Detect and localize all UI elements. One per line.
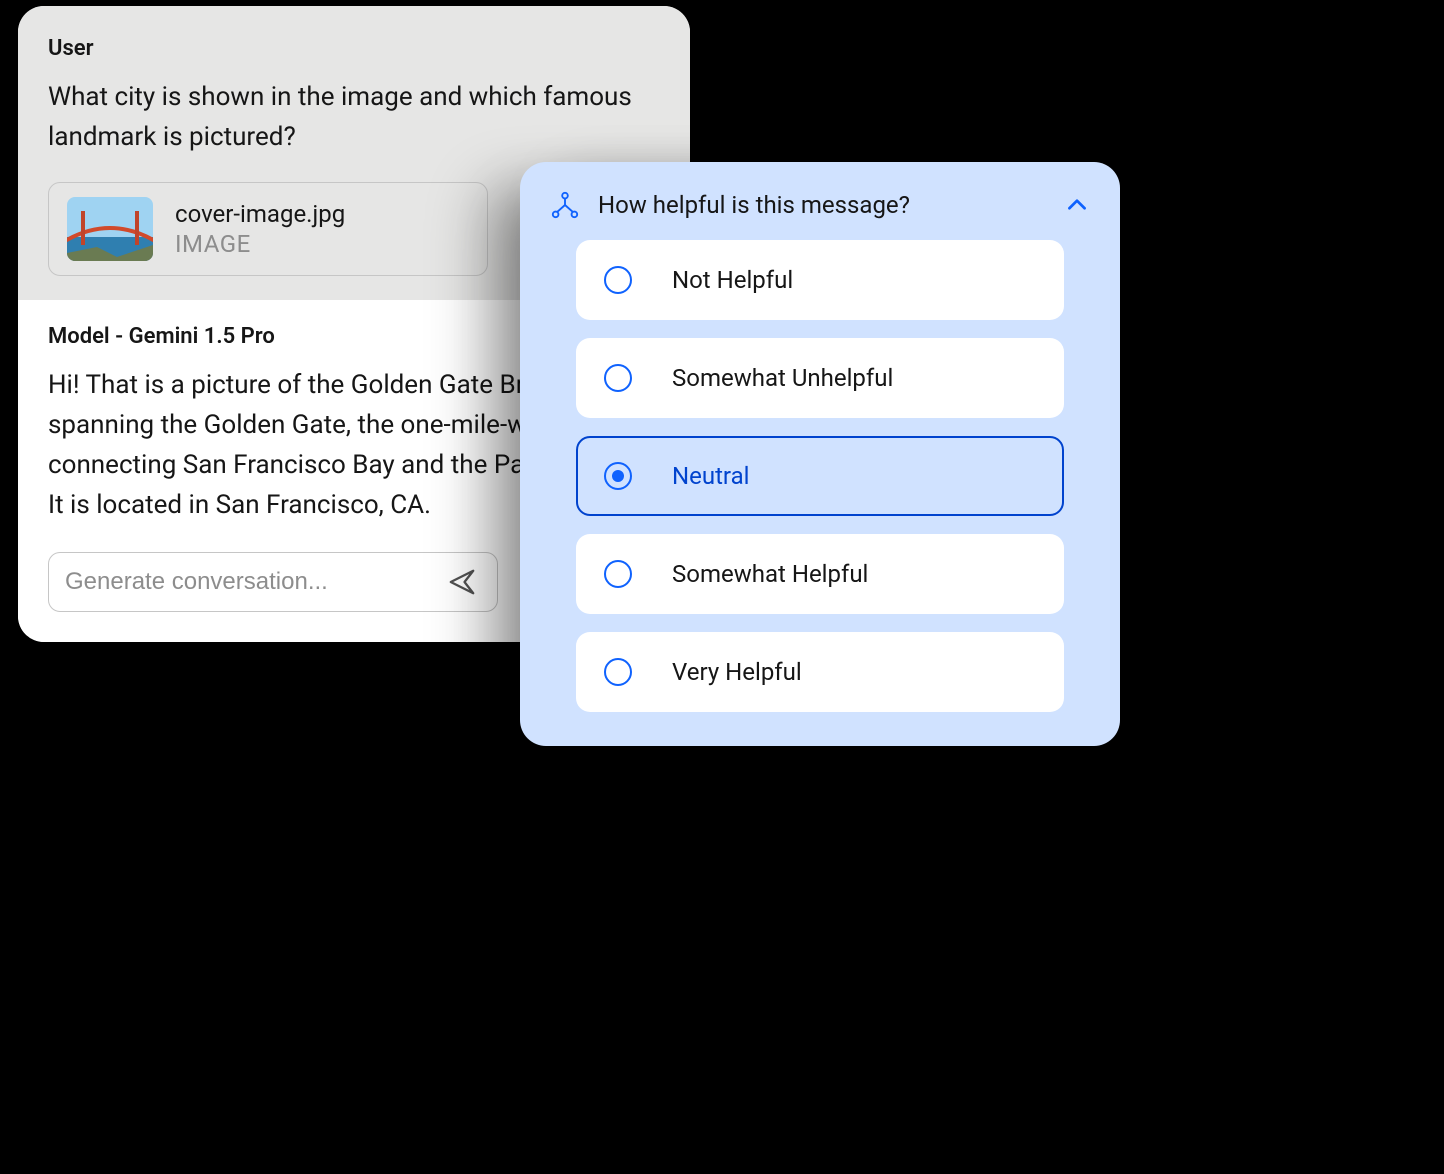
branch-icon [550, 190, 580, 220]
attachment-chip[interactable]: cover-image.jpg IMAGE [48, 182, 488, 276]
send-icon [447, 567, 477, 597]
option-label: Very Helpful [672, 658, 802, 686]
radio-icon [604, 658, 632, 686]
option-very-helpful[interactable]: Very Helpful [576, 632, 1064, 712]
helpfulness-header: How helpful is this message? [550, 190, 1090, 220]
send-button[interactable] [443, 563, 481, 601]
option-neutral[interactable]: Neutral [576, 436, 1064, 516]
radio-icon [604, 266, 632, 294]
option-label: Not Helpful [672, 266, 793, 294]
option-somewhat-unhelpful[interactable]: Somewhat Unhelpful [576, 338, 1064, 418]
helpfulness-options: Not Helpful Somewhat Unhelpful Neutral S… [576, 240, 1064, 712]
user-label: User [48, 36, 660, 61]
option-label: Somewhat Helpful [672, 560, 868, 588]
generate-input[interactable] [65, 568, 443, 596]
option-label: Neutral [672, 462, 749, 490]
chevron-up-icon[interactable] [1064, 192, 1090, 218]
attachment-thumbnail [67, 197, 153, 261]
user-message-text: What city is shown in the image and whic… [48, 77, 660, 158]
option-label: Somewhat Unhelpful [672, 364, 893, 392]
helpfulness-panel: How helpful is this message? Not Helpful… [520, 162, 1120, 746]
bridge-image-icon [67, 197, 153, 261]
attachment-filename: cover-image.jpg [175, 200, 345, 228]
radio-icon [604, 462, 632, 490]
attachment-type: IMAGE [175, 230, 345, 258]
option-somewhat-helpful[interactable]: Somewhat Helpful [576, 534, 1064, 614]
generate-input-row [48, 552, 498, 612]
option-not-helpful[interactable]: Not Helpful [576, 240, 1064, 320]
radio-icon [604, 364, 632, 392]
helpfulness-title: How helpful is this message? [598, 191, 1046, 219]
radio-icon [604, 560, 632, 588]
